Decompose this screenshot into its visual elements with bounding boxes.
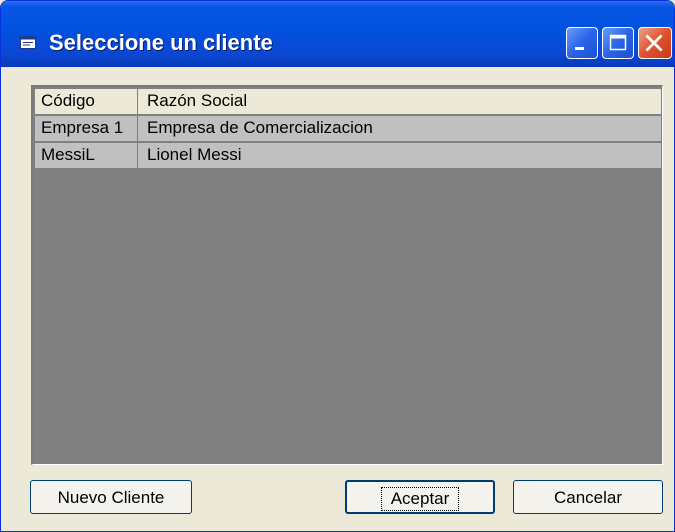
column-header-codigo[interactable]: Código [35, 89, 138, 114]
nuevo-cliente-button[interactable]: Nuevo Cliente [30, 480, 192, 514]
close-icon [645, 34, 663, 52]
window-app-icon [20, 36, 36, 49]
maximize-button[interactable] [602, 27, 634, 59]
window-title: Seleccione un cliente [49, 30, 273, 55]
grid-header-row: Código Razón Social [35, 89, 661, 115]
cell-razon-social[interactable]: Empresa de Comercializacion [138, 116, 661, 141]
aceptar-button[interactable]: Aceptar [345, 480, 495, 514]
table-row[interactable]: Empresa 1 Empresa de Comercializacion [35, 116, 661, 142]
cancelar-label: Cancelar [553, 488, 623, 507]
minimize-button[interactable] [566, 27, 598, 59]
column-header-razon-social[interactable]: Razón Social [138, 89, 661, 114]
cell-codigo[interactable]: Empresa 1 [35, 116, 138, 141]
aceptar-label: Aceptar [380, 487, 460, 511]
cancelar-button[interactable]: Cancelar [513, 480, 663, 514]
cell-codigo[interactable]: MessiL [35, 143, 138, 168]
nuevo-cliente-label: Nuevo Cliente [57, 488, 165, 507]
dialog-window: Seleccione un cliente Código Razón Socia… [0, 0, 675, 532]
title-bar[interactable]: Seleccione un cliente [1, 1, 674, 67]
maximize-icon [609, 34, 627, 51]
minimize-icon [575, 47, 584, 50]
clients-grid[interactable]: Código Razón Social Empresa 1 Empresa de… [31, 85, 663, 465]
cell-razon-social[interactable]: Lionel Messi [138, 143, 661, 168]
close-button[interactable] [638, 27, 672, 59]
table-row[interactable]: MessiL Lionel Messi [35, 143, 661, 169]
